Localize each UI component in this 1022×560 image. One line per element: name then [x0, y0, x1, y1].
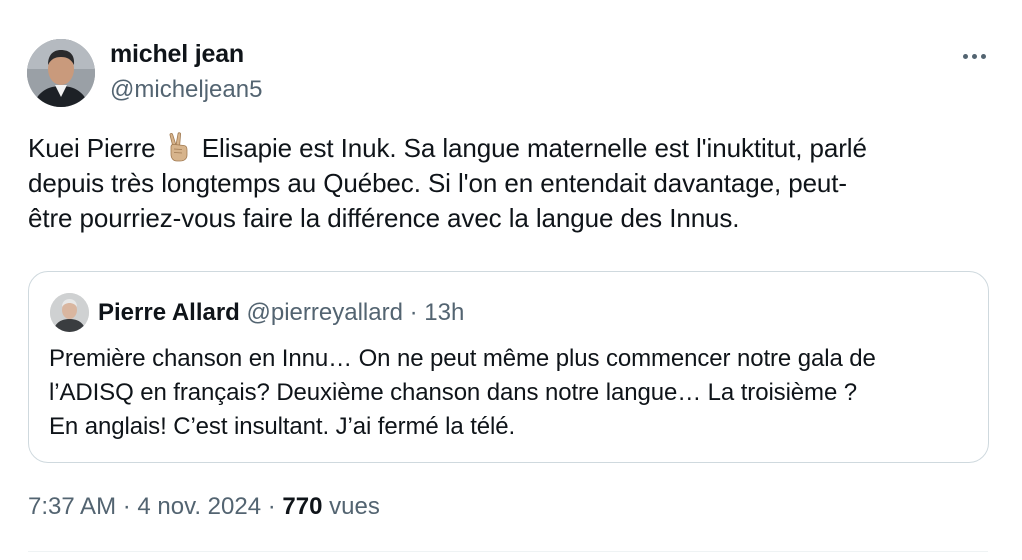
- quoted-line: l’ADISQ en français? Deuxième chanson da…: [49, 379, 858, 406]
- quoted-author-handle[interactable]: @pierreyallard: [247, 299, 403, 326]
- tweet-line: être pourriez-vous faire la différence a…: [28, 203, 740, 233]
- quoted-tweet[interactable]: Pierre Allard @pierreyallard · 13h Premi…: [28, 271, 989, 463]
- author-name[interactable]: michel jean: [110, 40, 244, 69]
- quoted-avatar-image: [50, 293, 89, 332]
- victory-hand-emoji-icon: [169, 132, 188, 162]
- views-label: vues: [329, 493, 380, 520]
- divider: [28, 551, 988, 552]
- quoted-line: Première chanson en Innu… On ne peut mêm…: [49, 345, 876, 372]
- quoted-line: En anglais! C’est insultant. J’ai fermé …: [49, 413, 516, 440]
- tweet-time[interactable]: 7:37 AM: [28, 493, 116, 520]
- more-horizontal-icon-dot: [980, 53, 986, 59]
- more-horizontal-icon: [962, 53, 968, 59]
- quoted-timestamp[interactable]: 13h: [424, 299, 464, 326]
- quoted-author-name[interactable]: Pierre Allard: [98, 299, 240, 326]
- meta-separator: ·: [267, 493, 276, 520]
- quoted-author-avatar[interactable]: [50, 293, 89, 332]
- meta-separator: ·: [122, 493, 131, 520]
- quoted-text: Première chanson en Innu… On ne peut mêm…: [49, 342, 969, 444]
- quoted-separator: ·: [409, 299, 418, 326]
- author-handle[interactable]: @micheljean5: [110, 76, 262, 104]
- more-options-button[interactable]: [954, 40, 994, 72]
- quoted-header: Pierre Allard @pierreyallard · 13h: [98, 298, 464, 328]
- tweet-text-segment: Elisapie est Inuk. Sa langue maternelle …: [201, 133, 867, 163]
- author-avatar[interactable]: [27, 39, 95, 107]
- tweet-line: depuis très longtemps au Québec. Si l'on…: [28, 168, 847, 198]
- tweet-line: Kuei Pierre Elisapie est Inuk. Sa langue…: [28, 131, 988, 166]
- tweet-text-segment: Kuei Pierre: [28, 133, 156, 163]
- tweet-card: michel jean @micheljean5 Kuei Pierre Eli…: [0, 0, 1022, 560]
- tweet-date[interactable]: 4 nov. 2024: [137, 493, 261, 520]
- author-avatar-image: [27, 39, 95, 107]
- tweet-text: Kuei Pierre Elisapie est Inuk. Sa langue…: [28, 131, 988, 236]
- tweet-meta: 7:37 AM · 4 nov. 2024 · 770 vues: [28, 493, 380, 521]
- views-count: 770: [282, 493, 323, 520]
- more-horizontal-icon-dot: [971, 53, 977, 59]
